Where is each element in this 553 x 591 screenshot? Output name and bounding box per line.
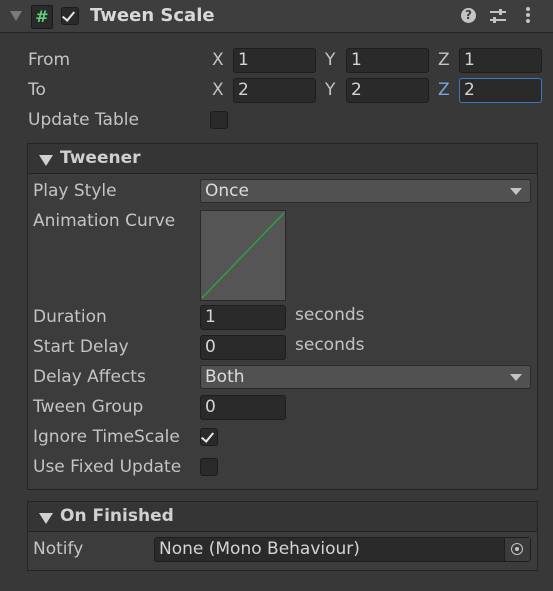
delay-affects-dropdown[interactable]: Both bbox=[200, 365, 531, 389]
play-style-dropdown[interactable]: Once bbox=[200, 179, 531, 203]
from-x-field[interactable]: 1 bbox=[233, 48, 316, 73]
tweener-title: Tweener bbox=[60, 148, 141, 168]
checkmark-icon bbox=[200, 429, 215, 443]
tween-group-label: Tween Group bbox=[33, 397, 144, 417]
from-x-label: X bbox=[212, 50, 224, 70]
on-finished-header[interactable]: On Finished bbox=[28, 502, 537, 532]
notify-object-field[interactable]: None (Mono Behaviour) bbox=[154, 537, 531, 562]
component-enabled-checkbox[interactable] bbox=[61, 7, 79, 25]
from-z-label: Z bbox=[438, 50, 450, 70]
object-picker-button[interactable] bbox=[504, 538, 530, 561]
use-fixed-update-checkbox[interactable] bbox=[200, 458, 218, 476]
duration-label: Duration bbox=[33, 307, 107, 327]
tween-group-field[interactable]: 0 bbox=[200, 395, 286, 420]
script-icon: # bbox=[31, 5, 53, 29]
delay-affects-value: Both bbox=[205, 367, 245, 387]
animation-curve-label: Animation Curve bbox=[33, 211, 176, 231]
chevron-down-icon bbox=[510, 188, 522, 195]
menu-icon[interactable] bbox=[524, 7, 532, 25]
update-table-checkbox[interactable] bbox=[210, 111, 228, 129]
delay-affects-label: Delay Affects bbox=[33, 367, 146, 387]
play-style-label: Play Style bbox=[33, 181, 117, 201]
duration-unit: seconds bbox=[295, 305, 365, 325]
play-style-value: Once bbox=[205, 181, 249, 201]
checkmark-icon bbox=[61, 8, 76, 22]
notify-value: None (Mono Behaviour) bbox=[159, 539, 360, 559]
to-label: To bbox=[28, 80, 46, 100]
ignore-timescale-label: Ignore TimeScale bbox=[33, 427, 180, 447]
foldout-icon[interactable] bbox=[10, 11, 22, 21]
to-y-label: Y bbox=[325, 80, 336, 100]
component-header: # Tween Scale ? bbox=[0, 0, 553, 33]
from-y-field[interactable]: 1 bbox=[346, 48, 429, 73]
chevron-down-icon bbox=[510, 374, 522, 381]
notify-label: Notify bbox=[33, 539, 84, 559]
to-x-label: X bbox=[212, 80, 224, 100]
on-finished-title: On Finished bbox=[60, 506, 174, 526]
to-x-field[interactable]: 2 bbox=[233, 78, 316, 103]
from-y-label: Y bbox=[325, 50, 336, 70]
ignore-timescale-checkbox[interactable] bbox=[200, 428, 218, 446]
from-label: From bbox=[28, 50, 71, 70]
to-z-label: Z bbox=[438, 80, 450, 100]
curve-graph bbox=[201, 212, 285, 299]
foldout-expanded-icon bbox=[39, 513, 53, 524]
duration-field[interactable]: 1 bbox=[200, 305, 286, 330]
animation-curve-field[interactable] bbox=[200, 210, 286, 301]
start-delay-field[interactable]: 0 bbox=[200, 335, 286, 360]
update-table-label: Update Table bbox=[28, 110, 139, 130]
component-title: Tween Scale bbox=[90, 5, 215, 26]
help-icon[interactable]: ? bbox=[461, 8, 476, 23]
to-z-field[interactable]: 2 bbox=[459, 78, 542, 103]
presets-icon[interactable] bbox=[489, 8, 507, 24]
use-fixed-update-label: Use Fixed Update bbox=[33, 457, 182, 477]
to-y-field[interactable]: 2 bbox=[346, 78, 429, 103]
tweener-header[interactable]: Tweener bbox=[28, 144, 537, 174]
foldout-expanded-icon bbox=[39, 155, 53, 166]
start-delay-label: Start Delay bbox=[33, 337, 129, 357]
start-delay-unit: seconds bbox=[295, 335, 365, 355]
from-z-field[interactable]: 1 bbox=[459, 48, 542, 73]
